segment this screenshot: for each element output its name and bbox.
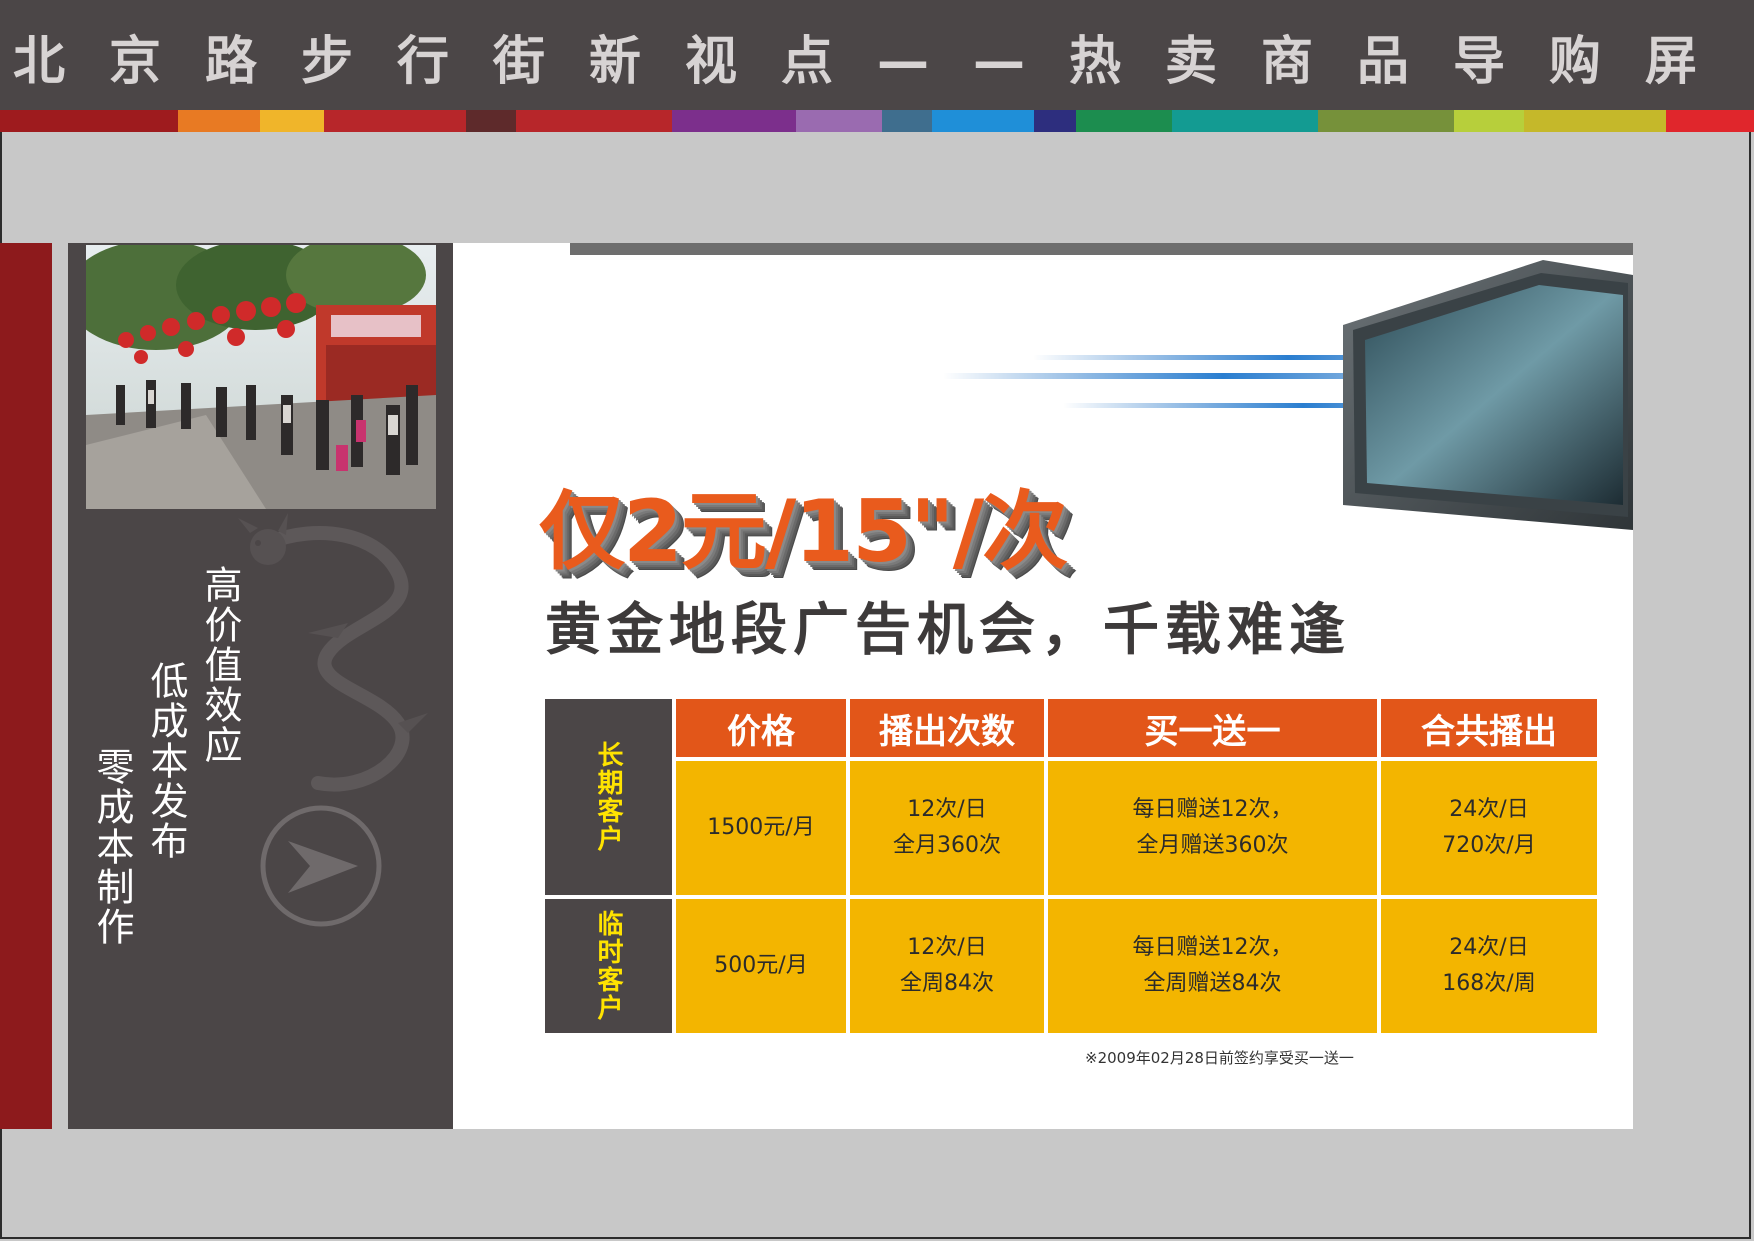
main-panel: 仅2元/15"/次 黄金地段广告机会，千载难逢 价格 播出次数 买一送一 合共播… <box>453 243 1633 1129</box>
color-strip-segment <box>516 110 672 132</box>
slogan-zero-cost-production: 零成本制作 <box>90 747 134 947</box>
slogan-high-value: 高价值效应 <box>198 565 242 765</box>
table-cell-bonus: 每日赠送12次， 全周赠送84次 <box>1048 899 1377 1033</box>
total-line: 720次/月 <box>1442 833 1536 858</box>
color-strip-segment <box>466 110 516 132</box>
table-cell-total: 24次/日 720次/月 <box>1381 761 1597 895</box>
table-cell-price: 500元/月 <box>676 899 846 1033</box>
color-strip-segment <box>1318 110 1454 132</box>
color-strip-segment <box>1076 110 1172 132</box>
side-panel: 高价值效应 低成本发布 零成本制作 <box>68 243 453 1129</box>
table-cell-bonus: 每日赠送12次， 全月赠送360次 <box>1048 761 1377 895</box>
plays-line: 全月360次 <box>893 833 1001 858</box>
table-header-bonus: 买一送一 <box>1048 699 1377 757</box>
row-label-long-term: 长期客户 <box>545 699 672 895</box>
color-strip-segment <box>0 110 178 132</box>
color-strip-segment <box>796 110 882 132</box>
arrow-right-icon[interactable] <box>258 803 384 929</box>
color-strip-segment <box>1034 110 1076 132</box>
top-divider <box>570 243 1633 255</box>
bonus-line: 每日赠送12次， <box>1132 797 1293 822</box>
color-strip-segment <box>1524 110 1666 132</box>
table-cell-plays: 12次/日 全月360次 <box>850 761 1044 895</box>
footnote: ※2009年02月28日前签约享受买一送一 <box>1085 1049 1354 1067</box>
table-cell-total: 24次/日 168次/周 <box>1381 899 1597 1033</box>
total-line: 24次/日 <box>1449 797 1529 822</box>
dragon-watermark <box>238 513 428 792</box>
table-header-total: 合共播出 <box>1381 699 1597 757</box>
plays-line: 全周84次 <box>900 971 994 996</box>
color-strip-segment <box>1172 110 1318 132</box>
page-title: 北京路步行街新视点——热卖商品导购屏 <box>12 31 1741 92</box>
row-label-temporary: 临时客户 <box>545 899 672 1033</box>
color-strip-segment <box>1454 110 1524 132</box>
table-cell-price: 1500元/月 <box>676 761 846 895</box>
header-bar: 北京路步行街新视点——热卖商品导购屏 <box>0 0 1754 112</box>
table-cell-plays: 12次/日 全周84次 <box>850 899 1044 1033</box>
plays-line: 12次/日 <box>907 935 987 960</box>
bonus-line: 每日赠送12次， <box>1132 935 1293 960</box>
slogan-low-cost-publish: 低成本发布 <box>144 661 188 861</box>
tv-screen-icon <box>1343 260 1633 530</box>
total-line: 168次/周 <box>1442 971 1536 996</box>
bonus-line: 全周赠送84次 <box>1143 971 1282 996</box>
total-line: 24次/日 <box>1449 935 1529 960</box>
color-strip-segment <box>1666 110 1754 132</box>
color-strip-segment <box>932 110 1034 132</box>
price-table: 价格 播出次数 买一送一 合共播出 长期客户 1500元/月 12次/日 全月3… <box>545 699 1597 1033</box>
color-strip-segment <box>882 110 932 132</box>
color-strip-segment <box>672 110 796 132</box>
color-strip-segment <box>260 110 324 132</box>
plays-line: 12次/日 <box>907 797 987 822</box>
bonus-line: 全月赠送360次 <box>1136 833 1289 858</box>
color-strip-segment <box>178 110 260 132</box>
subheadline: 黄金地段广告机会，千载难逢 <box>545 597 1351 663</box>
table-header-price: 价格 <box>676 699 846 757</box>
headline-price: 仅2元/15"/次 <box>539 482 1068 582</box>
street-photo <box>86 245 436 509</box>
side-red-bar <box>0 243 52 1129</box>
color-strip <box>0 110 1754 132</box>
color-strip-segment <box>324 110 466 132</box>
table-header-plays: 播出次数 <box>850 699 1044 757</box>
